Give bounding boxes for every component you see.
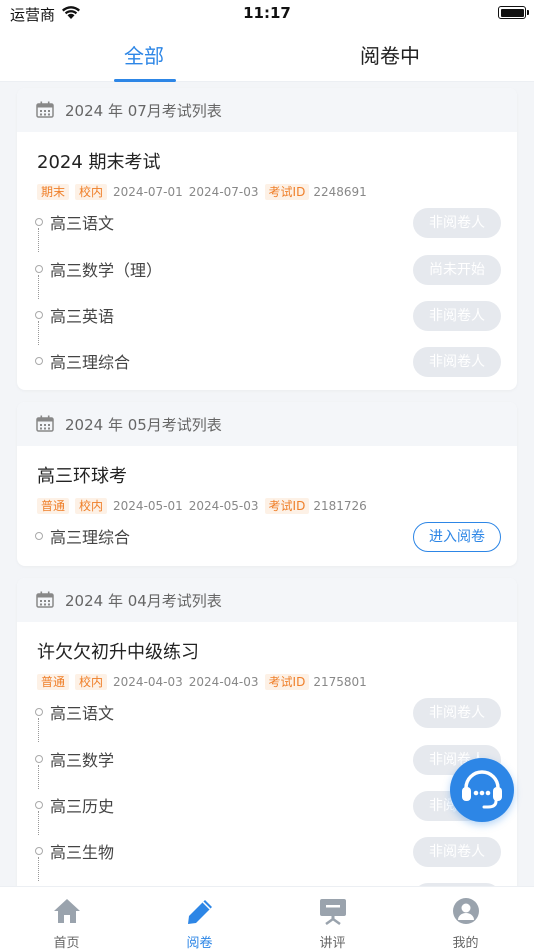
subject-name: 高三理综合 [50, 353, 131, 372]
start-date: 2024-07-01 [113, 185, 183, 199]
subject-name: 高三生物 [50, 843, 115, 862]
timeline-dot [35, 357, 43, 365]
subject-status-button: 非阅卷人 [413, 208, 501, 238]
start-date: 2024-04-03 [113, 675, 183, 689]
exam-id: 2248691 [313, 185, 367, 199]
timeline-dot [35, 311, 43, 319]
subject-name: 高三语文 [50, 704, 115, 723]
subject-status-button: 非阅卷人 [413, 837, 501, 867]
tabbar-item-reading[interactable]: 阅卷 [133, 887, 266, 950]
exam-tag: 校内 [75, 674, 108, 690]
timeline-dot [35, 532, 43, 540]
bottom-tabbar: 首页 阅卷 讲评 我的 [0, 886, 534, 950]
section-header: 2024 年 04月考试列表 [17, 578, 517, 622]
subject-row: 高三数学（理） 尚未开始 [35, 253, 501, 299]
exam-section: 2024 年 05月考试列表 高三环球考 普通 校内 2024-05-01 20… [17, 402, 517, 566]
tabbar-item-mine[interactable]: 我的 [399, 887, 532, 950]
subject-row: 高三语文 非阅卷人 [35, 206, 501, 252]
subject-name: 高三历史 [50, 797, 115, 816]
exam-id-label: 考试ID [264, 498, 310, 514]
clock: 11:17 [243, 4, 291, 22]
end-date: 2024-05-03 [188, 499, 259, 513]
tab-all[interactable]: 全部 [84, 40, 204, 69]
tabbar-label: 阅卷 [186, 936, 213, 950]
tabbar-item-home[interactable]: 首页 [0, 887, 133, 950]
exam-tag: 校内 [75, 184, 108, 200]
exam-id: 2181726 [313, 499, 367, 513]
exam-meta: 普通 校内 2024-05-01 2024-05-03 考试ID 2181726 [37, 497, 367, 515]
timeline-dot [35, 801, 43, 809]
timeline-dot [35, 218, 43, 226]
exam-tag: 校内 [75, 498, 108, 514]
end-date: 2024-07-03 [188, 185, 259, 199]
tabbar-label: 我的 [452, 936, 479, 950]
headset-icon [462, 770, 502, 809]
timeline-line [38, 811, 39, 835]
exam-meta: 期末 校内 2024-07-01 2024-07-03 考试ID 2248691 [37, 183, 367, 201]
status-bar: 运营商 11:17 [0, 0, 534, 30]
lecture-icon [320, 899, 346, 925]
subject-name: 高三理综合 [50, 528, 131, 547]
customer-service-button[interactable] [450, 758, 514, 822]
top-tabs: 全部 阅卷中 [0, 30, 534, 82]
home-icon [54, 899, 80, 923]
pencil-icon [188, 900, 212, 924]
exam-tag: 普通 [37, 498, 70, 514]
start-date: 2024-05-01 [113, 499, 183, 513]
section-title: 2024 年 05月考试列表 [65, 416, 222, 434]
exam-tag: 普通 [37, 674, 70, 690]
timeline-line [38, 228, 39, 252]
tabbar-label: 讲评 [319, 936, 346, 950]
tab-reading[interactable]: 阅卷中 [330, 40, 450, 69]
timeline-dot [35, 265, 43, 273]
exam-id-label: 考试ID [264, 674, 310, 690]
subject-row: 高三生物 非阅卷人 [35, 835, 501, 881]
timeline-line [38, 275, 39, 299]
timeline-dot [35, 847, 43, 855]
subject-row: 高三理综合 非阅卷人 [35, 345, 501, 379]
timeline-dot [35, 708, 43, 716]
exam-name[interactable]: 2024 期末考试 [37, 148, 161, 174]
exam-name[interactable]: 高三环球考 [37, 462, 127, 488]
subject-status-button: 尚未开始 [413, 255, 501, 285]
section-title: 2024 年 04月考试列表 [65, 592, 222, 610]
subject-name: 高三语文 [50, 214, 115, 233]
tabbar-label: 首页 [53, 936, 80, 950]
subject-status-button: 非阅卷人 [413, 698, 501, 728]
battery-icon [498, 6, 529, 19]
section-title: 2024 年 07月考试列表 [65, 102, 222, 120]
exam-name[interactable]: 许欠欠初升中级练习 [37, 638, 199, 664]
subject-status-button: 非阅卷人 [413, 301, 501, 331]
subject-row: 高三数学 非阅卷人 [35, 743, 501, 789]
subject-name: 高三数学（理） [50, 261, 163, 280]
calendar-icon [36, 415, 54, 432]
subject-row: 高三理综合 进入阅卷 [35, 520, 501, 554]
user-icon [453, 898, 479, 924]
timeline-line [38, 857, 39, 881]
exam-meta: 普通 校内 2024-04-03 2024-04-03 考试ID 2175801 [37, 673, 367, 691]
enter-grading-button[interactable]: 进入阅卷 [413, 522, 501, 552]
section-header: 2024 年 05月考试列表 [17, 402, 517, 446]
exam-tag: 期末 [37, 184, 70, 200]
subject-name: 高三数学 [50, 751, 115, 770]
subject-name: 高三英语 [50, 307, 115, 326]
timeline-line [38, 765, 39, 789]
exam-id: 2175801 [313, 675, 367, 689]
end-date: 2024-04-03 [188, 675, 259, 689]
timeline-line [38, 718, 39, 742]
timeline-line [38, 321, 39, 345]
subject-row: 高三语文 非阅卷人 [35, 696, 501, 742]
exam-id-label: 考试ID [264, 184, 310, 200]
exam-section: 2024 年 04月考试列表 许欠欠初升中级练习 普通 校内 2024-04-0… [17, 578, 517, 886]
subject-row: 高三历史 非阅卷人 [35, 789, 501, 835]
exam-section: 2024 年 07月考试列表 2024 期末考试 期末 校内 2024-07-0… [17, 88, 517, 390]
calendar-icon [36, 101, 54, 118]
calendar-icon [36, 591, 54, 608]
timeline-dot [35, 755, 43, 763]
section-header: 2024 年 07月考试列表 [17, 88, 517, 132]
subject-status-button: 非阅卷人 [413, 347, 501, 377]
subject-row: 高三英语 非阅卷人 [35, 299, 501, 345]
tabbar-item-lecture[interactable]: 讲评 [266, 887, 399, 950]
